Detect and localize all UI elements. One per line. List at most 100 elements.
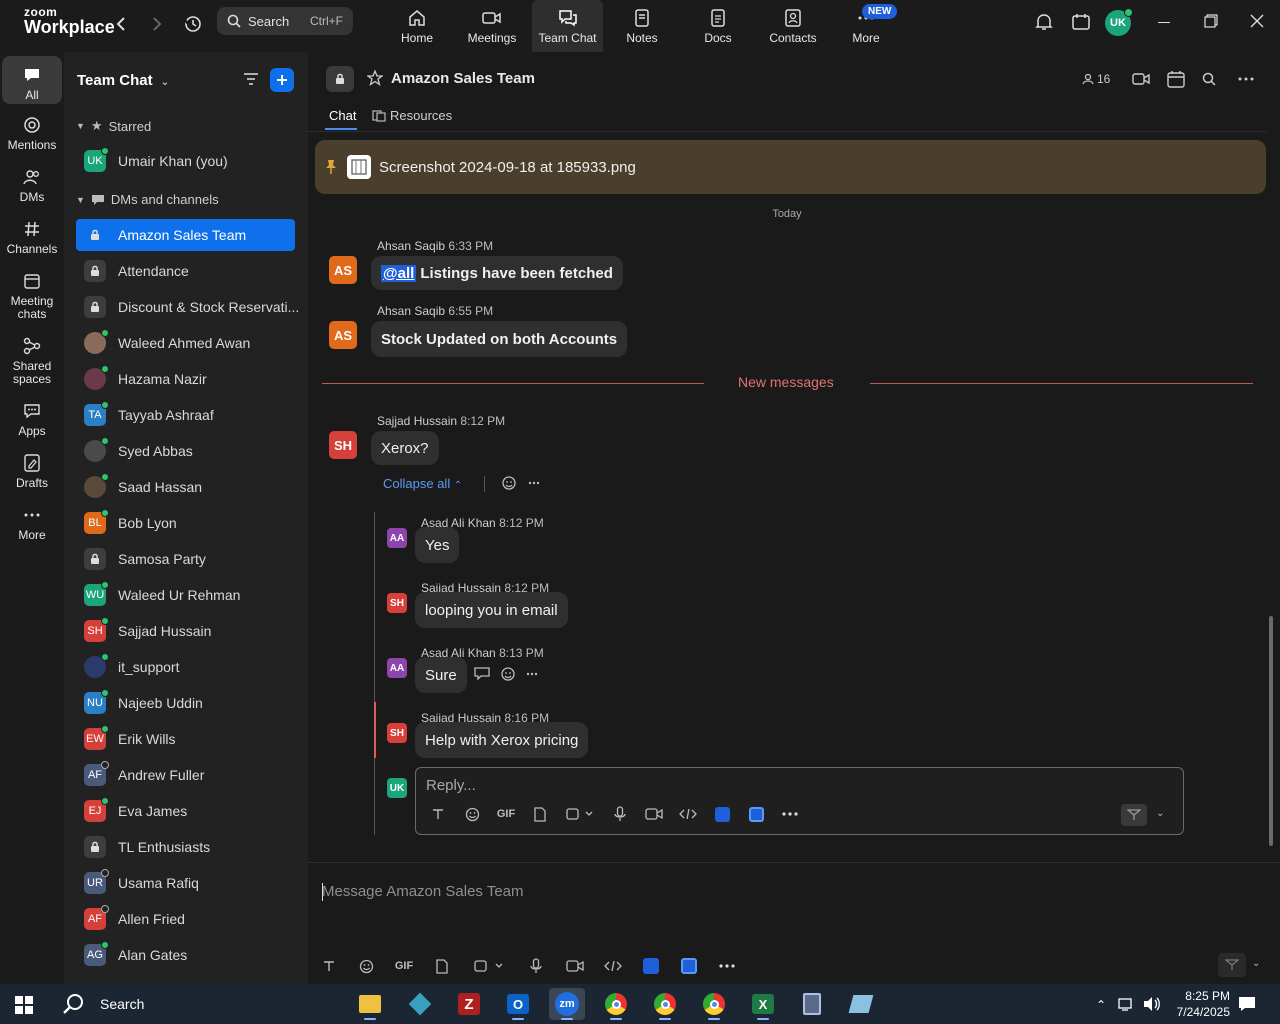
reply-bubble[interactable]: Help with Xerox pricing — [415, 722, 589, 758]
pinned-message[interactable]: Screenshot 2024-09-18 at 185933.png — [315, 140, 1266, 194]
chrome-profile-icon[interactable] — [647, 988, 683, 1020]
sidebar-title[interactable]: Team Chat ⌄ — [77, 72, 169, 89]
tab-contacts[interactable]: Contacts — [764, 0, 822, 52]
reply-icon[interactable] — [474, 667, 490, 681]
app-notes-icon[interactable] — [843, 988, 879, 1020]
search-box[interactable]: Search Ctrl+F — [217, 7, 353, 35]
reply-bubble[interactable]: Yes — [415, 527, 460, 563]
volume-icon[interactable] — [1143, 996, 1161, 1012]
sidebar-item[interactable]: Discount & Stock Reservati... — [76, 291, 299, 323]
sidebar-item[interactable]: Amazon Sales Team — [76, 219, 295, 251]
notifications-icon[interactable] — [1238, 995, 1256, 1013]
history-icon[interactable] — [181, 12, 205, 36]
rail-channels[interactable]: Channels — [2, 218, 62, 256]
reply-input[interactable]: Reply... — [426, 777, 476, 794]
message-bubble[interactable]: Stock Updated on both Accounts — [371, 321, 628, 357]
video-message-icon[interactable] — [637, 803, 671, 825]
sender-name[interactable]: Sajjad Hussain — [377, 414, 457, 428]
more-tools-icon[interactable] — [773, 803, 807, 825]
avatar[interactable]: SH — [387, 723, 407, 743]
starred-section[interactable]: ▼ ★ Starred — [76, 118, 151, 134]
outlook-icon[interactable]: O — [500, 988, 536, 1020]
rail-mentions[interactable]: Mentions — [2, 114, 62, 152]
message-composer[interactable]: Message Amazon Sales Team GIF ⌄ — [308, 862, 1280, 984]
reply-bubble[interactable]: looping you in email — [415, 592, 568, 628]
filezilla-icon[interactable]: Z — [451, 988, 487, 1020]
text-format-icon[interactable] — [312, 955, 346, 977]
file-icon[interactable] — [523, 803, 557, 825]
sidebar-item[interactable]: TA Tayyab Ashraaf — [76, 399, 295, 431]
add-reaction-icon[interactable] — [500, 666, 516, 682]
send-options-chevron-icon[interactable]: ⌄ — [1252, 958, 1260, 969]
gif-icon[interactable]: GIF — [489, 803, 523, 825]
sidebar-item[interactable]: Attendance — [76, 255, 295, 287]
zoom-app-icon[interactable] — [670, 955, 708, 977]
video-message-icon[interactable] — [556, 955, 594, 977]
rail-meeting-chats[interactable]: Meeting chats — [2, 270, 62, 321]
rail-drafts[interactable]: Drafts — [2, 452, 62, 490]
system-tray-chevron-icon[interactable]: ⌃ — [1096, 998, 1106, 1012]
search-icon[interactable] — [1202, 72, 1216, 86]
rail-all[interactable]: All — [2, 56, 62, 104]
message-bubble[interactable]: Xerox? — [371, 431, 439, 465]
sidebar-item[interactable]: AF Andrew Fuller — [76, 759, 295, 791]
restore-icon[interactable] — [1204, 14, 1218, 28]
avatar[interactable]: AA — [387, 528, 407, 548]
taskbar-search[interactable]: Search — [48, 984, 348, 1024]
chrome-profile-2-icon[interactable] — [696, 988, 732, 1020]
avatar[interactable]: AS — [329, 256, 357, 284]
zoom-app-icon[interactable] — [739, 803, 773, 825]
rail-apps[interactable]: Apps — [2, 400, 62, 438]
message-bubble[interactable]: @all Listings have been fetched — [371, 256, 623, 290]
excel-icon[interactable]: X — [745, 988, 781, 1020]
sidebar-item[interactable]: EJ Eva James — [76, 795, 295, 827]
calculator-icon[interactable] — [794, 988, 830, 1020]
microphone-icon[interactable] — [516, 955, 556, 977]
app-integration-icon[interactable] — [705, 803, 739, 825]
more-tools-icon[interactable] — [708, 955, 746, 977]
more-options-icon[interactable] — [526, 672, 538, 676]
tab-resources[interactable]: Resources — [372, 108, 452, 123]
screenshot-icon[interactable] — [557, 803, 603, 825]
add-reaction-icon[interactable] — [501, 475, 517, 491]
app-diamond-icon[interactable] — [402, 988, 438, 1020]
tab-notes[interactable]: Notes — [620, 0, 664, 52]
send-button[interactable] — [1121, 804, 1147, 826]
sidebar-item[interactable]: NU Najeeb Uddin — [76, 687, 295, 719]
reply-box[interactable]: Reply... GIF ⌄ — [415, 767, 1184, 835]
avatar[interactable]: SH — [329, 431, 357, 459]
calendar-icon[interactable] — [1167, 70, 1185, 88]
network-icon[interactable] — [1118, 996, 1136, 1012]
send-options-chevron-icon[interactable]: ⌄ — [1156, 808, 1164, 819]
text-format-icon[interactable] — [421, 803, 455, 825]
sender-name[interactable]: Ahsan Saqib — [377, 239, 445, 253]
app-integration-icon[interactable] — [632, 955, 670, 977]
sidebar-item[interactable]: BL Bob Lyon — [76, 507, 295, 539]
more-options-icon[interactable] — [528, 481, 540, 485]
code-icon[interactable] — [671, 803, 705, 825]
sidebar-item[interactable]: UR Usama Rafiq — [76, 867, 295, 899]
chat-scrollbar[interactable] — [1268, 132, 1274, 852]
sidebar-item[interactable]: EW Erik Wills — [76, 723, 295, 755]
whiteboard-icon[interactable] — [1071, 12, 1091, 32]
close-icon[interactable] — [1250, 14, 1264, 28]
avatar[interactable]: AA — [387, 658, 407, 678]
windows-start-icon[interactable] — [15, 996, 33, 1014]
rail-more[interactable]: More — [2, 504, 62, 542]
bell-icon[interactable] — [1034, 12, 1054, 32]
sidebar-item[interactable]: WU Waleed Ur Rehman — [76, 579, 295, 611]
sidebar-item[interactable]: Samosa Party — [76, 543, 295, 575]
code-icon[interactable] — [594, 955, 632, 977]
sidebar-item[interactable]: it_support — [76, 651, 295, 683]
message-input[interactable]: Message Amazon Sales Team — [322, 883, 524, 900]
taskbar-clock[interactable]: 8:25 PM 7/24/2025 — [1177, 988, 1230, 1020]
star-outline-icon[interactable] — [367, 70, 383, 86]
screenshot-icon[interactable] — [462, 955, 516, 977]
rail-shared-spaces[interactable]: Shared spaces — [2, 335, 62, 386]
tab-chat[interactable]: Chat — [329, 108, 356, 123]
tab-meetings[interactable]: Meetings — [462, 0, 522, 52]
emoji-icon[interactable] — [346, 955, 386, 977]
avatar[interactable]: AS — [329, 321, 357, 349]
avatar[interactable]: SH — [387, 593, 407, 613]
file-icon[interactable] — [422, 955, 462, 977]
